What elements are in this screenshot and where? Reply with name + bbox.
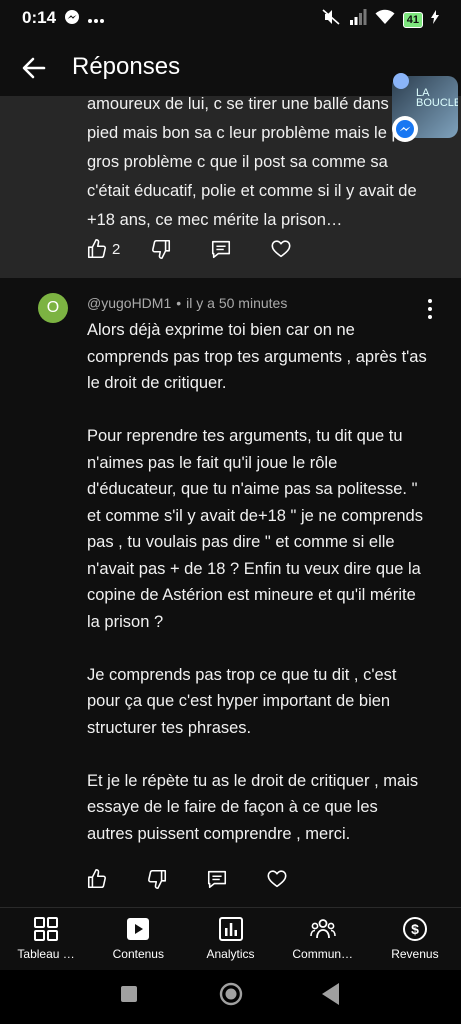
more-options-button[interactable] [420, 299, 440, 319]
bottom-nav: Tableau … Contenus Analytics Commun… $ R… [0, 908, 461, 970]
reply-comment-text: Alors déjà exprime toi bien car on ne co… [87, 317, 427, 874]
comment-time: il y a 50 minutes [186, 295, 288, 311]
messenger-badge [392, 116, 418, 142]
dislike-button[interactable] [150, 238, 172, 260]
comment-icon [207, 870, 227, 889]
page-title: Réponses [72, 53, 181, 80]
meta-separator: • [176, 295, 182, 311]
kebab-dot [428, 299, 432, 303]
comment-icon [212, 240, 231, 259]
heart-icon [267, 870, 287, 888]
battery-indicator: 41 [402, 11, 423, 28]
reply-paragraph: Alors déjà exprime toi bien car on ne co… [87, 321, 427, 392]
revenue-icon: $ [402, 917, 427, 941]
reply-paragraph: Pour reprendre tes arguments, tu dit que… [87, 427, 423, 631]
status-notification-icons [64, 9, 104, 30]
wifi-icon [375, 9, 395, 30]
nav-label: Analytics [206, 947, 255, 961]
nav-item-revenue[interactable]: $ Revenus [369, 908, 461, 970]
charging-icon [431, 10, 439, 29]
content-icon [127, 918, 150, 940]
reply-comment-actions [86, 868, 326, 890]
kebab-dot [428, 315, 432, 319]
dislike-button[interactable] [146, 868, 168, 890]
back-button[interactable] [18, 52, 50, 84]
reply-button[interactable] [206, 868, 228, 890]
thumbs-down-icon [148, 869, 167, 889]
system-back-button[interactable] [322, 983, 339, 1005]
arrow-back-icon [22, 57, 46, 79]
nav-item-community[interactable]: Commun… [277, 908, 369, 970]
reply-paragraph: Et je le répète tu as le droit de critiq… [87, 771, 419, 843]
nav-label: Revenus [391, 947, 439, 961]
comment-author[interactable]: @yugoHDM1 [87, 295, 171, 311]
nav-label: Tableau … [17, 947, 75, 961]
messenger-notification-icon [64, 9, 80, 30]
reply-paragraph: Je comprends pas trop ce que tu dit , c'… [87, 665, 397, 737]
heart-button[interactable] [270, 238, 292, 260]
like-count: 2 [112, 240, 121, 258]
svg-text:$: $ [411, 921, 419, 937]
heart-icon [271, 240, 291, 258]
status-bar: 0:14 41 [0, 0, 461, 38]
messenger-icon [396, 120, 414, 138]
nav-label: Contenus [112, 947, 164, 961]
home-button[interactable] [219, 982, 243, 1006]
bubble-thumbnail-text: LA BOUCLE [416, 87, 458, 109]
nav-item-analytics[interactable]: Analytics [184, 908, 276, 970]
thumbs-up-icon [87, 239, 106, 259]
comment-meta: @yugoHDM1 • il y a 50 minutes [87, 295, 287, 311]
bubble-dot [393, 73, 409, 89]
status-system-icons: 41 [321, 8, 439, 31]
signal-icon [349, 9, 367, 30]
parent-comment-text: amoureux de lui, c se tirer une ballé da… [87, 95, 422, 229]
more-notifications-icon [88, 11, 104, 29]
thumbs-down-icon [152, 239, 171, 259]
recents-button[interactable] [121, 986, 137, 1002]
avatar[interactable]: O [38, 293, 68, 323]
like-button[interactable] [86, 868, 108, 890]
mute-icon [321, 8, 341, 31]
system-nav-bar [0, 970, 461, 1024]
nav-item-content[interactable]: Contenus [92, 908, 184, 970]
dashboard-icon [34, 917, 59, 941]
community-icon [309, 919, 336, 939]
status-time: 0:14 [22, 8, 57, 27]
kebab-dot [428, 307, 432, 311]
analytics-icon [218, 917, 243, 941]
parent-comment-actions: 2 [86, 238, 330, 260]
like-button[interactable]: 2 [86, 238, 120, 260]
thumbs-up-icon [87, 869, 106, 889]
heart-button[interactable] [266, 868, 288, 890]
nav-label: Commun… [292, 947, 354, 961]
reply-button[interactable] [210, 238, 232, 260]
nav-item-dashboard[interactable]: Tableau … [0, 908, 92, 970]
